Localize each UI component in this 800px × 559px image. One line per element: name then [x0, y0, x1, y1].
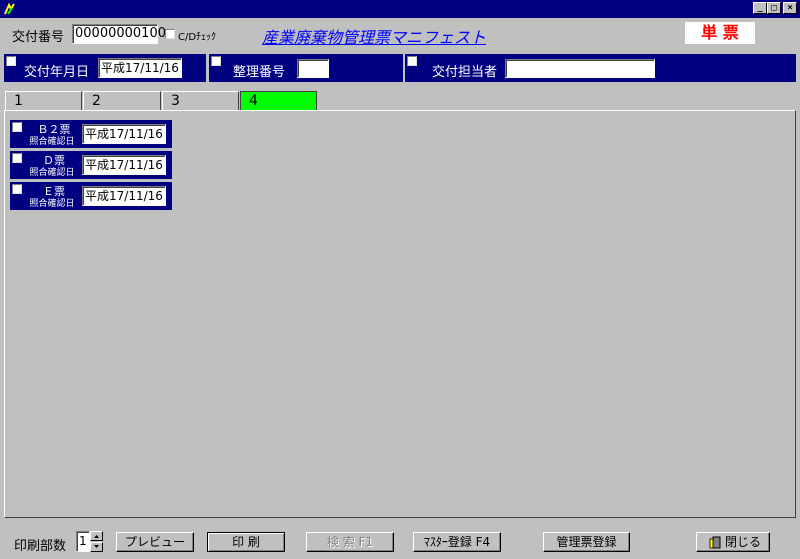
person-checkbox[interactable] — [407, 56, 417, 66]
slip-e-sub: 照合確認日 — [29, 199, 75, 209]
cd-check-label: C/Dﾁｪｯｸ — [178, 32, 217, 43]
minimize-button[interactable]: _ — [753, 2, 767, 14]
slip-b2-checkbox[interactable] — [12, 122, 22, 132]
ref-number-checkbox[interactable] — [211, 56, 221, 66]
issue-date-panel: 交付年月日 平成17/11/16 — [4, 54, 206, 82]
tab-3[interactable]: 3 — [162, 91, 239, 111]
app-icon — [4, 2, 15, 15]
slip-b2-sub: 照合確認日 — [29, 137, 75, 147]
cd-check-checkbox[interactable] — [165, 29, 175, 39]
issue-date-input[interactable]: 平成17/11/16 — [98, 58, 182, 78]
tab-1[interactable]: 1 — [5, 91, 82, 111]
slip-d-checkbox[interactable] — [12, 153, 22, 163]
issue-date-label: 交付年月日 — [24, 65, 90, 80]
person-input[interactable] — [505, 59, 655, 78]
ref-number-label: 整理番号 — [233, 65, 286, 80]
copies-label: 印刷部数 — [14, 539, 67, 554]
person-panel: 交付担当者 — [405, 54, 796, 82]
close-button[interactable]: 閉じる — [696, 532, 770, 552]
form-title: 産業廃棄物管理票マニフェスト — [262, 28, 487, 47]
print-button[interactable]: 印 刷 — [207, 532, 285, 552]
slip-row-d: Ｄ票 照合確認日 平成17/11/16 — [10, 151, 172, 179]
issue-date-checkbox[interactable] — [6, 56, 16, 66]
manifest-register-button[interactable]: 管理票登録 — [543, 532, 630, 552]
slip-d-date-input[interactable]: 平成17/11/16 — [82, 155, 166, 175]
single-slip-badge: 単 票 — [685, 22, 755, 44]
spin-down-icon[interactable] — [90, 542, 103, 552]
search-button[interactable]: 検 索 F1 — [306, 532, 394, 552]
spin-up-icon[interactable] — [90, 531, 103, 541]
slip-number-input[interactable]: 00000000100 — [72, 24, 166, 44]
title-bar[interactable]: _ □ × — [0, 0, 800, 18]
copies-input[interactable]: 1 — [76, 531, 90, 552]
master-register-button[interactable]: ﾏｽﾀｰ登録 F4 — [413, 532, 501, 552]
ref-number-panel: 整理番号 — [209, 54, 403, 82]
slip-e-checkbox[interactable] — [12, 184, 22, 194]
slip-number-label: 交付番号 — [12, 30, 65, 45]
slip-e-date-input[interactable]: 平成17/11/16 — [82, 186, 166, 206]
slip-d-sub: 照合確認日 — [29, 168, 75, 178]
slip-row-e: Ｅ票 照合確認日 平成17/11/16 — [10, 182, 172, 210]
preview-button[interactable]: プレビュー — [116, 532, 194, 552]
tab-2[interactable]: 2 — [83, 91, 161, 111]
copies-spinner[interactable] — [90, 531, 103, 552]
close-window-button[interactable]: × — [783, 2, 797, 14]
slip-b2-date-input[interactable]: 平成17/11/16 — [82, 124, 166, 144]
close-button-label: 閉じる — [725, 535, 762, 549]
tab-4[interactable]: 4 — [240, 91, 317, 111]
ref-number-input[interactable] — [297, 59, 329, 78]
person-label: 交付担当者 — [432, 65, 498, 80]
maximize-button[interactable]: □ — [767, 2, 781, 14]
slip-row-b2: Ｂ２票 照合確認日 平成17/11/16 — [10, 120, 172, 148]
door-exit-icon — [709, 536, 721, 549]
